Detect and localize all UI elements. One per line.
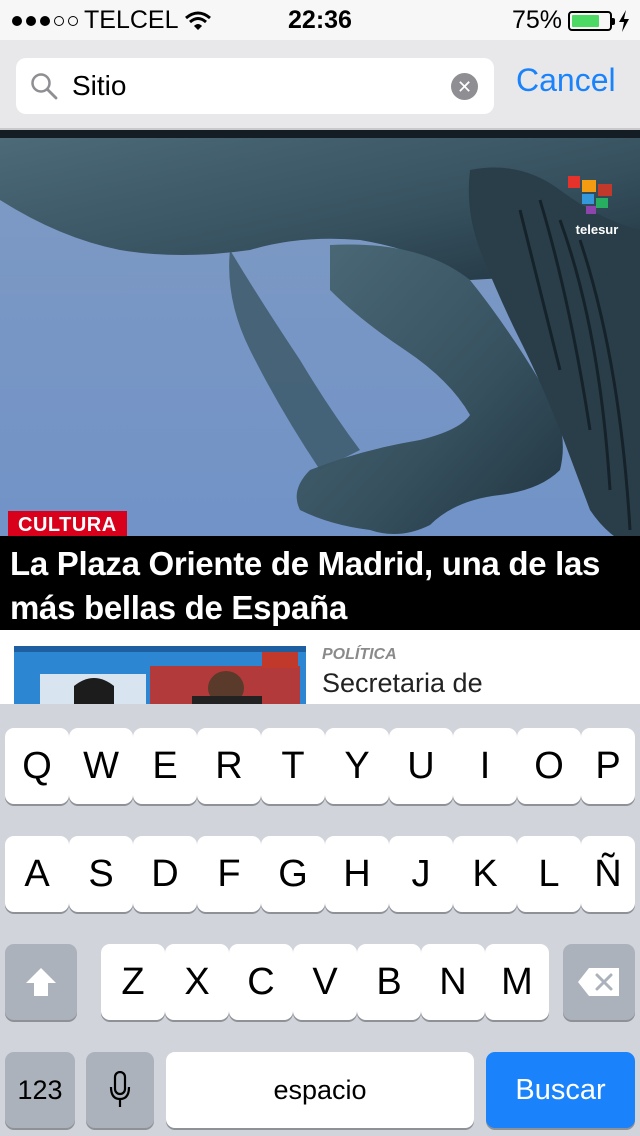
hero-title[interactable]: La Plaza Oriente de Madrid, una de las m… xyxy=(10,542,635,630)
key-h[interactable]: H xyxy=(325,836,389,912)
article-thumbnail xyxy=(14,646,306,704)
key-m[interactable]: M xyxy=(485,944,549,1020)
battery-level xyxy=(572,14,599,27)
numbers-key[interactable]: 123 xyxy=(5,1052,75,1128)
hero-article[interactable]: telesur CULTURA La Plaza Oriente de Madr… xyxy=(0,130,640,630)
key-o[interactable]: O xyxy=(517,728,581,804)
article-category: POLÍTICA xyxy=(322,646,397,663)
article-row[interactable]: POLÍTICA Secretaria de xyxy=(0,630,640,704)
key-q[interactable]: Q xyxy=(5,728,69,804)
dictation-key[interactable] xyxy=(86,1052,154,1128)
key-z[interactable]: Z xyxy=(101,944,165,1020)
category-badge: CULTURA xyxy=(8,511,127,539)
microphone-icon xyxy=(109,1071,131,1107)
key-e[interactable]: E xyxy=(133,728,197,804)
backspace-icon xyxy=(578,968,619,996)
shift-icon xyxy=(26,968,56,996)
key-k[interactable]: K xyxy=(453,836,517,912)
key-d[interactable]: D xyxy=(133,836,197,912)
search-field[interactable]: ✕ xyxy=(16,58,494,114)
key-a[interactable]: A xyxy=(5,836,69,912)
battery-icon xyxy=(568,10,615,31)
key-c[interactable]: C xyxy=(229,944,293,1020)
key-s[interactable]: S xyxy=(69,836,133,912)
article-thumbnail-image xyxy=(14,646,306,704)
key-n-tilde[interactable]: Ñ xyxy=(581,836,635,912)
key-f[interactable]: F xyxy=(197,836,261,912)
status-bar: TELCEL 22:36 75% xyxy=(0,0,640,40)
clear-icon[interactable]: ✕ xyxy=(451,73,478,100)
key-y[interactable]: Y xyxy=(325,728,389,804)
key-t[interactable]: T xyxy=(261,728,325,804)
key-l[interactable]: L xyxy=(517,836,581,912)
search-bar: ✕ Cancel xyxy=(0,40,640,130)
search-key[interactable]: Buscar xyxy=(486,1052,635,1128)
key-v[interactable]: V xyxy=(293,944,357,1020)
shift-key[interactable] xyxy=(5,944,77,1020)
search-input[interactable] xyxy=(72,68,442,104)
battery-percent: 75% xyxy=(511,6,562,34)
article-title[interactable]: Secretaria de xyxy=(322,668,483,699)
keyboard: Q W E R T Y U I O P A S D F G H J K L Ñ … xyxy=(0,704,640,1136)
key-p[interactable]: P xyxy=(581,728,635,804)
cancel-button[interactable]: Cancel xyxy=(516,62,616,99)
key-b[interactable]: B xyxy=(357,944,421,1020)
telesur-logo-text: telesur xyxy=(576,222,619,237)
key-u[interactable]: U xyxy=(389,728,453,804)
telesur-logo: telesur xyxy=(568,176,619,237)
key-i[interactable]: I xyxy=(453,728,517,804)
charging-icon xyxy=(619,9,629,32)
key-x[interactable]: X xyxy=(165,944,229,1020)
key-r[interactable]: R xyxy=(197,728,261,804)
hero-title-box: La Plaza Oriente de Madrid, una de las m… xyxy=(0,536,640,630)
key-n[interactable]: N xyxy=(421,944,485,1020)
status-right: 75% xyxy=(512,6,630,35)
search-icon xyxy=(31,73,58,100)
key-j[interactable]: J xyxy=(389,836,453,912)
key-w[interactable]: W xyxy=(69,728,133,804)
backspace-key[interactable] xyxy=(563,944,635,1020)
space-key[interactable]: espacio xyxy=(166,1052,474,1128)
key-g[interactable]: G xyxy=(261,836,325,912)
